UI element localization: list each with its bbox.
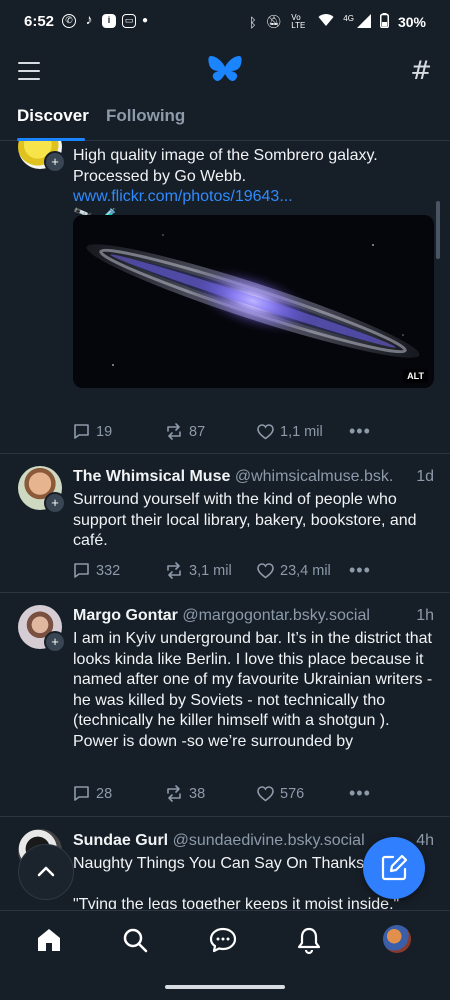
follow-plus-icon[interactable]: + [44,151,66,173]
bell-icon [297,927,321,955]
mute-icon: 🔕︎ [265,14,283,29]
author-handle[interactable]: @whimsicalmuse.bsk... [235,468,393,485]
bottom-navigation [0,910,450,969]
post[interactable]: + Margo Gontar @margogontar.bsky.social … [0,592,450,817]
post-actions: 28 38 576 ••• [73,783,371,804]
reply-count: 28 [96,785,113,802]
reply-icon [74,786,89,801]
post-actions: 19 87 1,1 mil ••• [73,421,371,442]
scroll-to-top-button[interactable] [18,844,74,900]
status-time: 6:52 [24,13,55,30]
feeds-hash-icon[interactable]: # [410,56,432,86]
like-button[interactable]: 1,1 mil [257,424,349,440]
post-link[interactable]: www.flickr.com/photos/19643... [73,188,293,205]
nav-profile-avatar[interactable] [383,925,411,953]
reply-count: 332 [96,562,121,579]
follow-plus-icon[interactable]: + [44,631,66,653]
cell-signal-icon [356,13,371,31]
app-notification-icon: i [102,14,116,28]
reply-button[interactable]: 28 [73,785,165,802]
system-indicators: ᛒ 🔕︎ Vo LTE 4G 30% [249,13,426,31]
tab-following[interactable]: Following [106,106,185,126]
scrollbar-thumb[interactable] [436,201,440,259]
search-icon [123,928,148,953]
author-handle[interactable]: @margogontar.bsky.social [182,607,370,624]
repost-count: 38 [189,785,206,802]
wifi-icon [318,14,334,30]
home-icon [38,929,60,951]
post-header: Sundae Gurl @sundaedivine.bsky.social [73,832,393,850]
more-options-icon[interactable]: ••• [349,783,371,804]
post-image[interactable]: ALT [73,215,434,388]
nav-search[interactable] [120,925,150,955]
author-handle[interactable]: @sundaedivine.bsky.social [173,832,365,849]
repost-icon [167,423,181,440]
more-notifications-dot-icon: ● [142,15,149,26]
chat-bubble-icon [209,927,237,953]
reply-count: 19 [96,423,113,440]
reply-button[interactable]: 19 [73,423,165,440]
reply-button[interactable]: 332 [73,562,165,579]
post-time: 1d [416,468,434,485]
like-count: 1,1 mil [280,423,323,440]
heart-icon [257,785,274,801]
feed-tabs: Discover Following [0,96,450,141]
menu-icon[interactable] [18,62,40,80]
tiktok-icon: ♪ [85,11,93,27]
nav-home[interactable] [34,925,64,955]
home-indicator[interactable] [165,985,285,989]
tab-discover[interactable]: Discover [17,106,89,126]
reply-icon [74,424,89,439]
more-options-icon[interactable]: ••• [349,421,371,442]
compose-post-button[interactable] [363,837,425,899]
post-header: Margo Gontar @margogontar.bsky.social [73,607,403,625]
compose-icon [381,854,408,881]
repost-button[interactable]: 87 [165,423,257,440]
like-button[interactable]: 23,4 mil [257,563,349,579]
post[interactable]: + The Whimsical Muse @whimsicalmuse.bsk.… [0,453,450,593]
post-header: The Whimsical Muse @whimsicalmuse.bsk... [73,468,393,486]
status-bar: 6:52 ✆ ♪ i ▭ ● ᛒ 🔕︎ Vo LTE 4G 30% [0,0,450,46]
post-text: I am in Kyiv underground bar. It’s in th… [73,630,433,750]
bluetooth-icon: ᛒ [248,14,257,30]
repost-count: 87 [189,423,206,440]
app-header: # [0,46,450,96]
like-button[interactable]: 576 [257,786,349,802]
whatsapp-icon: ✆ [62,14,76,28]
network-label: Vo LTE [291,13,306,30]
signal-label: 4G [343,13,354,23]
nav-notifications[interactable] [294,925,324,955]
post-actions: 332 3,1 mil 23,4 mil ••• [73,560,371,581]
battery-level: 30% [397,14,426,30]
post[interactable]: + High quality image of the Sombrero gal… [0,141,450,454]
alt-text-badge[interactable]: ALT [403,369,428,383]
chevron-up-icon [37,866,55,877]
repost-button[interactable]: 3,1 mil [165,562,257,579]
notification-icons: ✆ ♪ i ▭ ● [62,11,149,28]
post-text: Surround yourself with the kind of peopl… [73,491,417,549]
bluesky-logo-icon[interactable] [208,54,242,91]
like-count: 23,4 mil [280,562,331,579]
reply-icon [74,563,89,578]
post-text-line1: Naughty Things You Can Say On Thanksgivi… [73,855,411,872]
author-name[interactable]: Margo Gontar [73,607,178,624]
feed[interactable]: + High quality image of the Sombrero gal… [0,141,450,909]
follow-plus-icon[interactable]: + [44,492,66,514]
post-body: High quality image of the Sombrero galax… [73,147,378,185]
nav-chat[interactable] [208,925,238,955]
post-text-line2: "Tying the legs together keeps it moist … [73,896,400,909]
like-count: 576 [280,785,305,802]
repost-icon [167,785,181,802]
battery-icon [379,13,389,31]
repost-button[interactable]: 38 [165,785,257,802]
heart-icon [257,562,274,578]
post-time: 1h [416,607,434,624]
heart-icon [257,423,274,439]
repost-count: 3,1 mil [189,562,232,579]
more-options-icon[interactable]: ••• [349,560,371,581]
author-name[interactable]: Sundae Gurl [73,832,168,849]
twitch-icon: ▭ [122,14,136,28]
repost-icon [167,562,181,579]
author-name[interactable]: The Whimsical Muse [73,468,230,485]
